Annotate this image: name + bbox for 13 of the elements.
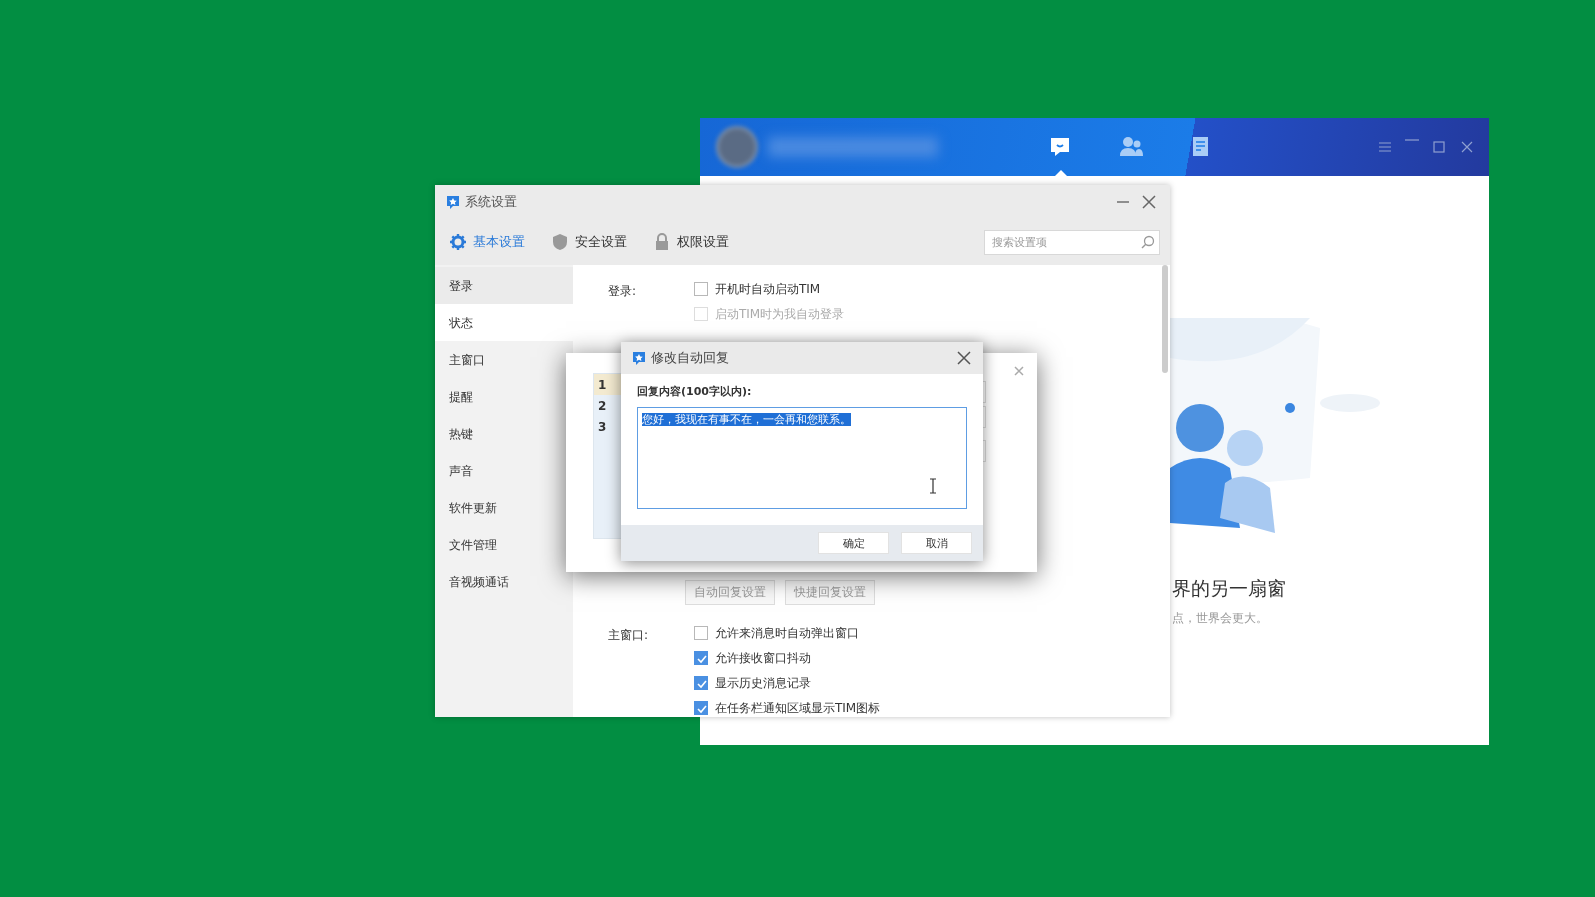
option-label: 显示历史消息记录 [715, 674, 811, 692]
section-label: 主窗口: [608, 627, 650, 644]
headline: 界的另一扇窗 [1172, 576, 1286, 601]
option-label: 开机时自动启动TIM [715, 280, 821, 298]
option-label: 允许接收窗口抖动 [715, 649, 811, 667]
option-label: 允许来消息时自动弹出窗口 [715, 624, 859, 642]
option-label: 启动TIM时为我自动登录 [715, 305, 845, 323]
tagline: 点，世界会更大。 [1172, 610, 1268, 627]
option-label: 在任务栏通知区域显示TIM图标 [715, 699, 881, 717]
section-label: 登录: [608, 283, 638, 300]
window-title: 系统设置 [465, 193, 517, 211]
field-label: 回复内容(100字以内): [637, 384, 753, 399]
dialog-title: 修改自动回复 [651, 349, 729, 367]
